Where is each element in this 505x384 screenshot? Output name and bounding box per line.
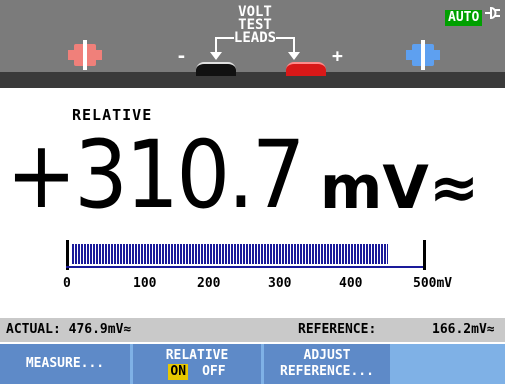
black-probe-icon <box>196 62 236 76</box>
bargraph-fill <box>72 244 388 264</box>
reading-unit: mV≈ <box>319 153 480 223</box>
bargraph-tick-label: 200 <box>197 276 221 291</box>
negative-polarity-sign: - <box>176 46 187 67</box>
plug-icon <box>485 6 500 20</box>
softkey-bar: MEASURE... RELATIVE ON OFF ADJUST REFERE… <box>0 344 505 384</box>
relative-toggle-options: ON OFF <box>168 364 226 380</box>
red-probe-icon <box>286 62 326 76</box>
positive-polarity-sign: + <box>332 46 343 67</box>
bargraph-tick-label: 400 <box>339 276 363 291</box>
connection-header: VOLT TEST LEADS - + AUTO <box>0 0 505 72</box>
bargraph-baseline <box>66 266 426 268</box>
relative-off-option: OFF <box>202 364 226 379</box>
measure-softkey-label: MEASURE... <box>25 356 105 371</box>
meter-screen: VOLT TEST LEADS - + AUTO RELATIVE +310.7… <box>0 0 505 384</box>
relative-on-option: ON <box>168 364 189 380</box>
lead-arrows-icon <box>210 37 300 60</box>
bargraph-tick-label: 500mV <box>413 276 453 291</box>
bargraph <box>72 244 412 264</box>
status-row: ACTUAL: 476.9mV≈ REFERENCE: 166.2mV≈ <box>0 318 505 342</box>
adjust-reference-softkey[interactable]: ADJUST REFERENCE... <box>264 344 390 384</box>
reading-value: +310.7 <box>6 121 306 230</box>
bargraph-tick-label: 300 <box>268 276 292 291</box>
measure-softkey[interactable]: MEASURE... <box>0 344 130 384</box>
bargraph-end-marker <box>423 240 426 270</box>
adjust-softkey-line1: ADJUST <box>303 348 351 363</box>
reference-value: 166.2mV≈ <box>432 322 495 337</box>
adjust-softkey-line2: REFERENCE... <box>280 364 374 379</box>
relative-toggle-softkey[interactable]: RELATIVE ON OFF <box>133 344 261 384</box>
bargraph-tick-label: 100 <box>133 276 157 291</box>
auto-range-badge: AUTO <box>445 10 483 26</box>
empty-softkey[interactable] <box>393 344 505 384</box>
bargraph-tick-label: 0 <box>63 276 71 291</box>
header-strip <box>0 72 505 88</box>
actual-reading: ACTUAL: 476.9mV≈ <box>6 322 132 337</box>
reference-label: REFERENCE: <box>298 322 377 337</box>
relative-softkey-title: RELATIVE <box>165 348 229 363</box>
main-reading: +310.7 mV≈ <box>6 126 479 226</box>
